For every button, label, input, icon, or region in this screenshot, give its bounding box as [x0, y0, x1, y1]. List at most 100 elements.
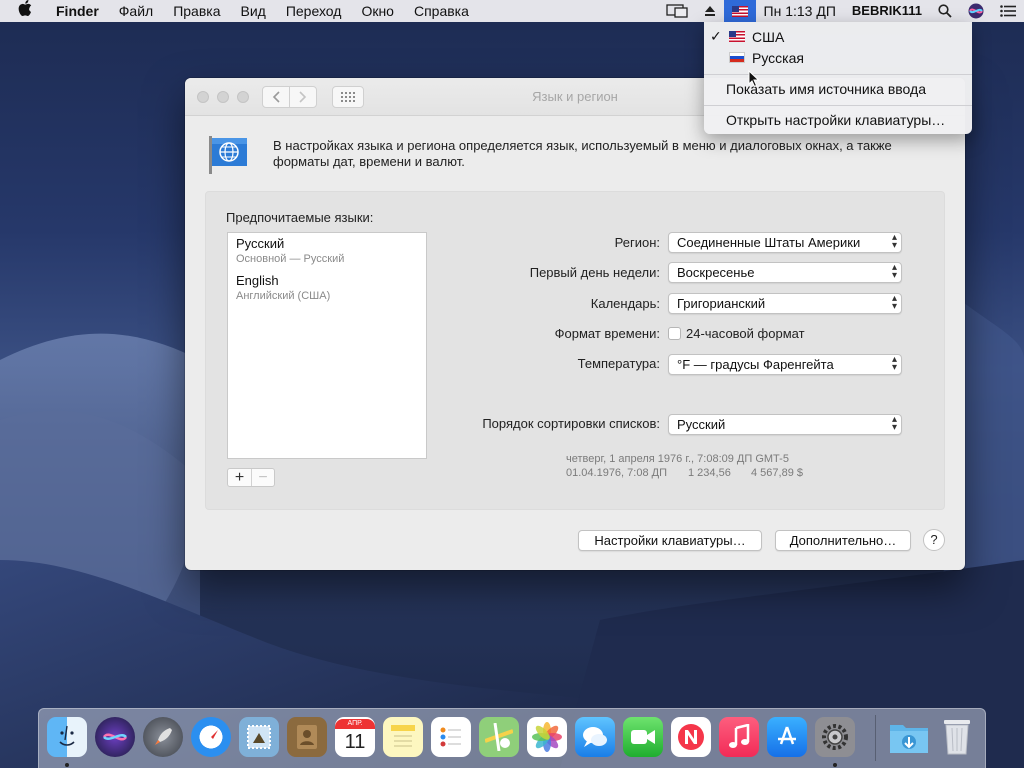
dock-separator [875, 715, 876, 761]
mail-stamp-icon[interactable] [239, 717, 279, 757]
running-indicator [833, 763, 837, 767]
menubar-clock[interactable]: Пн 1:13 ДП [756, 0, 844, 22]
language-name: Русский [236, 236, 285, 251]
menu-separator [704, 105, 972, 106]
input-source-label: США [752, 28, 785, 45]
calendar-popup[interactable]: Григорианский ▴ ▾ [668, 293, 902, 314]
menubar-user[interactable]: BEBRIK111 [844, 0, 930, 22]
popup-arrows-icon: ▴ ▾ [891, 414, 897, 433]
add-language-button[interactable]: + [228, 469, 251, 486]
ru-flag-icon [729, 52, 745, 63]
maps-icon[interactable] [479, 717, 519, 757]
calendar-icon[interactable]: АПР. 11 [335, 717, 375, 757]
siri-dock-icon[interactable] [95, 717, 135, 757]
running-indicator [65, 763, 69, 767]
sort-order-value: Русский [677, 417, 726, 432]
region-value: Соединенные Штаты Америки [677, 235, 861, 250]
time-format-row: 24-часовой формат [668, 326, 805, 341]
photos-icon[interactable] [527, 717, 567, 757]
language-region-flag-icon [207, 134, 251, 174]
reminders-icon[interactable] [431, 717, 471, 757]
language-add-remove-control: + − [227, 468, 275, 487]
temperature-value: °F — градусы Фаренгейта [677, 357, 834, 372]
language-item-russian[interactable]: Русский Основной — Русский [236, 236, 344, 265]
language-name: English [236, 273, 279, 288]
keyboard-preferences-button[interactable]: Настройки клавиатуры… [578, 530, 762, 551]
pane-description: В настройках языка и региона определяетс… [273, 138, 892, 169]
menu-view[interactable]: Вид [231, 0, 276, 22]
mouse-cursor-icon [748, 69, 760, 91]
sample-number: 1 234,56 [688, 467, 731, 479]
language-subtitle: Английский (США) [236, 290, 331, 302]
open-keyboard-prefs-item[interactable]: Открыть настройки клавиатуры… [704, 109, 972, 130]
news-icon[interactable] [671, 717, 711, 757]
popup-arrows-icon: ▴ ▾ [891, 232, 897, 251]
popup-arrows-icon: ▴ ▾ [891, 354, 897, 373]
menu-file[interactable]: Файл [109, 0, 163, 22]
sample-long-date: четверг, 1 апреля 1976 г., 7:08:09 ДП GM… [566, 453, 789, 465]
input-source-label: Русская [752, 49, 804, 66]
trash-icon[interactable] [937, 717, 977, 757]
menu-finder[interactable]: Finder [52, 0, 109, 22]
contacts-icon[interactable] [287, 717, 327, 757]
time-format-label: Формат времени: [554, 326, 660, 341]
input-source-item-us[interactable]: ✓ США [704, 26, 972, 47]
advanced-button[interactable]: Дополнительно… [775, 530, 911, 551]
preferred-languages-title: Предпочитаемые языки: [226, 210, 374, 225]
menu-separator [704, 74, 972, 75]
safari-icon[interactable] [191, 717, 231, 757]
facetime-icon[interactable] [623, 717, 663, 757]
sample-short-date: 01.04.1976, 7:08 ДП [566, 467, 667, 479]
spotlight-search-icon[interactable] [930, 4, 960, 18]
dock: АПР. 11 [38, 708, 986, 768]
menu-bar: Finder Файл Правка Вид Переход Окно Спра… [0, 0, 1024, 22]
popup-arrows-icon: ▴ ▾ [891, 293, 897, 312]
apple-menu-icon[interactable] [18, 0, 38, 23]
popup-arrows-icon: ▴ ▾ [891, 262, 897, 281]
messages-icon[interactable] [575, 717, 615, 757]
help-button[interactable]: ? [923, 529, 945, 551]
sort-order-label: Порядок сортировки списков: [482, 416, 660, 431]
language-item-english[interactable]: English Английский (США) [236, 273, 330, 302]
region-popup[interactable]: Соединенные Штаты Америки ▴ ▾ [668, 232, 902, 253]
first-day-popup[interactable]: Воскресенье ▴ ▾ [668, 262, 902, 283]
checkmark-icon: ✓ [710, 28, 722, 44]
temperature-popup[interactable]: °F — градусы Фаренгейта ▴ ▾ [668, 354, 902, 375]
music-icon[interactable] [719, 717, 759, 757]
preferred-languages-list[interactable]: Русский Основной — Русский English Англи… [227, 232, 427, 459]
show-input-source-name-item[interactable]: Показать имя источника ввода [704, 78, 972, 99]
airplay-display-icon[interactable] [658, 4, 696, 18]
menu-window[interactable]: Окно [351, 0, 404, 22]
calendar-month: АПР. [335, 719, 375, 729]
downloads-folder-icon[interactable] [889, 717, 929, 757]
input-source-item-russian[interactable]: Русская [704, 47, 972, 68]
eject-icon[interactable] [696, 5, 724, 17]
notes-icon[interactable] [383, 717, 423, 757]
24-hour-label[interactable]: 24-часовой формат [686, 326, 805, 341]
calendar-day: 11 [344, 731, 366, 753]
language-subtitle: Основной — Русский [236, 253, 345, 265]
app-store-icon[interactable] [767, 717, 807, 757]
menu-help[interactable]: Справка [404, 0, 479, 22]
finder-icon[interactable] [47, 717, 87, 757]
remove-language-button[interactable]: − [250, 469, 274, 486]
menu-item-label: Открыть настройки клавиатуры… [726, 111, 946, 128]
language-region-window: Язык и регион В настройках языка и регио… [185, 78, 965, 570]
menu-edit[interactable]: Правка [163, 0, 230, 22]
24-hour-checkbox[interactable] [668, 327, 681, 340]
notification-center-icon[interactable] [992, 5, 1024, 17]
settings-panel: Предпочитаемые языки: Русский Основной —… [205, 191, 945, 510]
sample-currency: 4 567,89 $ [751, 467, 803, 479]
first-day-value: Воскресенье [677, 265, 755, 280]
input-source-us-flag-icon[interactable] [723, 0, 756, 22]
launchpad-icon[interactable] [143, 717, 183, 757]
first-day-label: Первый день недели: [529, 265, 660, 280]
siri-icon[interactable] [960, 3, 992, 19]
calendar-value: Григорианский [677, 296, 766, 311]
input-source-menu: ✓ США Русская Показать имя источника вво… [704, 22, 972, 134]
system-preferences-icon[interactable] [815, 717, 855, 757]
calendar-label: Календарь: [590, 296, 660, 311]
menu-go[interactable]: Переход [276, 0, 352, 22]
sort-order-popup[interactable]: Русский ▴ ▾ [668, 414, 902, 435]
temperature-label: Температура: [577, 356, 660, 371]
